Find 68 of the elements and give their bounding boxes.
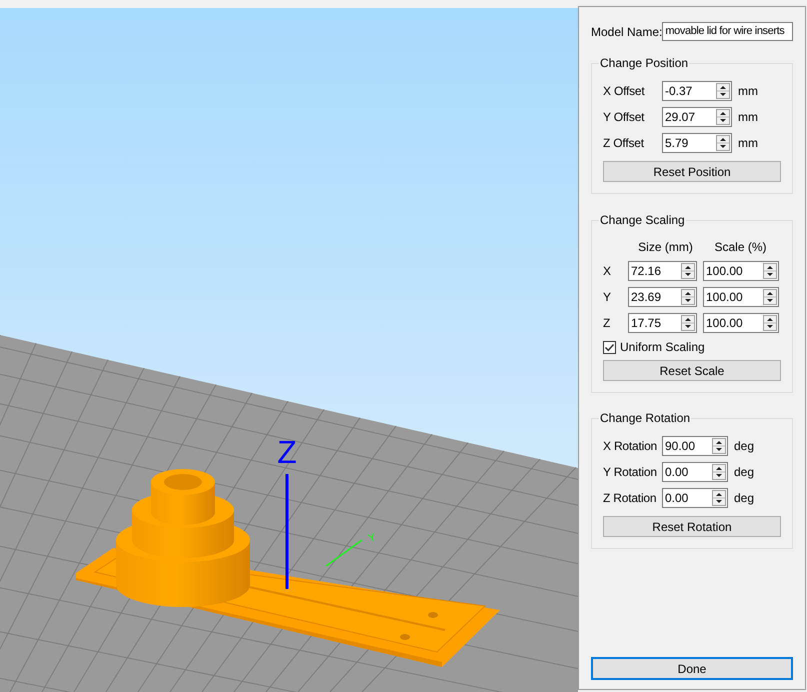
column-header: Size (mm) [637, 239, 694, 256]
spin-value: 100.00 [706, 265, 744, 277]
spin-value: 5.79 [665, 137, 690, 149]
spin-value: 17.75 [631, 317, 662, 329]
checkmark-icon [604, 342, 615, 352]
spin-value: 23.69 [631, 291, 662, 303]
axis-label: X [603, 263, 612, 280]
reset-button[interactable]: Reset Rotation [603, 516, 781, 537]
field-label: Y Offset [603, 109, 646, 126]
checkbox-label: Uniform Scaling [620, 339, 705, 356]
field-label: Model Name: [591, 24, 662, 40]
spinner-arrows-icon[interactable] [712, 438, 726, 454]
spin-value: 100.00 [706, 317, 744, 329]
spin-box[interactable]: 100.00 [703, 261, 779, 281]
spinner-arrows-icon[interactable] [712, 464, 726, 480]
axis-label: Z [277, 434, 297, 470]
spinner-arrows-icon[interactable] [763, 289, 777, 305]
spin-value: 0.00 [665, 492, 690, 504]
spinner-arrows-icon[interactable] [716, 109, 730, 125]
spinner-arrows-icon[interactable] [681, 289, 695, 305]
spin-value: 90.00 [665, 440, 696, 452]
spin-box[interactable]: 100.00 [703, 287, 779, 307]
unit-label: deg [734, 464, 754, 481]
spinner-arrows-icon[interactable] [712, 490, 726, 506]
spin-value: 0.00 [665, 466, 690, 478]
unit-label: mm [738, 83, 758, 100]
spin-box[interactable]: 72.16 [628, 261, 697, 281]
spin-value: 29.07 [665, 111, 696, 123]
reset-button[interactable]: Reset Position [603, 161, 781, 182]
axis-label: Y [366, 531, 378, 545]
spinner-arrows-icon[interactable] [763, 315, 777, 331]
spinner-arrows-icon[interactable] [681, 315, 695, 331]
spin-box[interactable]: 90.00 [662, 436, 728, 456]
unit-label: mm [738, 135, 758, 152]
y-axis-line [326, 539, 362, 567]
field-label: Z Rotation [603, 490, 658, 507]
group-title: Change Position [599, 56, 690, 70]
unit-label: deg [734, 490, 754, 507]
unit-label: deg [734, 438, 754, 455]
reset-button[interactable]: Reset Scale [603, 360, 781, 381]
group-title: Change Rotation [599, 411, 692, 425]
spinner-arrows-icon[interactable] [763, 263, 777, 279]
spin-box[interactable]: 5.79 [662, 133, 732, 153]
spin-box[interactable]: 29.07 [662, 107, 732, 127]
spin-box[interactable]: 17.75 [628, 313, 697, 333]
column-header: Scale (%) [713, 239, 768, 256]
axis-label: Y [603, 289, 612, 306]
field-label: X Offset [603, 83, 646, 100]
axis-label: Z [603, 315, 612, 332]
checkbox[interactable] [603, 340, 616, 354]
spin-value: 72.16 [631, 265, 662, 277]
field-label: X Rotation [603, 438, 658, 455]
spin-box[interactable]: 23.69 [628, 287, 697, 307]
spin-box[interactable]: -0.37 [662, 81, 732, 101]
unit-label: mm [738, 109, 758, 126]
spin-box[interactable]: 0.00 [662, 462, 728, 482]
spinner-arrows-icon[interactable] [716, 83, 730, 99]
group-title: Change Scaling [599, 213, 686, 227]
model-name-field[interactable]: movable lid for wire inserts [662, 22, 793, 41]
done-button[interactable]: Done [591, 657, 793, 680]
spinner-arrows-icon[interactable] [716, 135, 730, 151]
field-label: Y Rotation [603, 464, 658, 481]
spin-value: 100.00 [706, 291, 744, 303]
spinner-arrows-icon[interactable] [681, 263, 695, 279]
spin-box[interactable]: 100.00 [703, 313, 779, 333]
field-label: Z Offset [603, 135, 645, 152]
spin-value: -0.37 [665, 85, 694, 97]
spin-box[interactable]: 0.00 [662, 488, 728, 508]
